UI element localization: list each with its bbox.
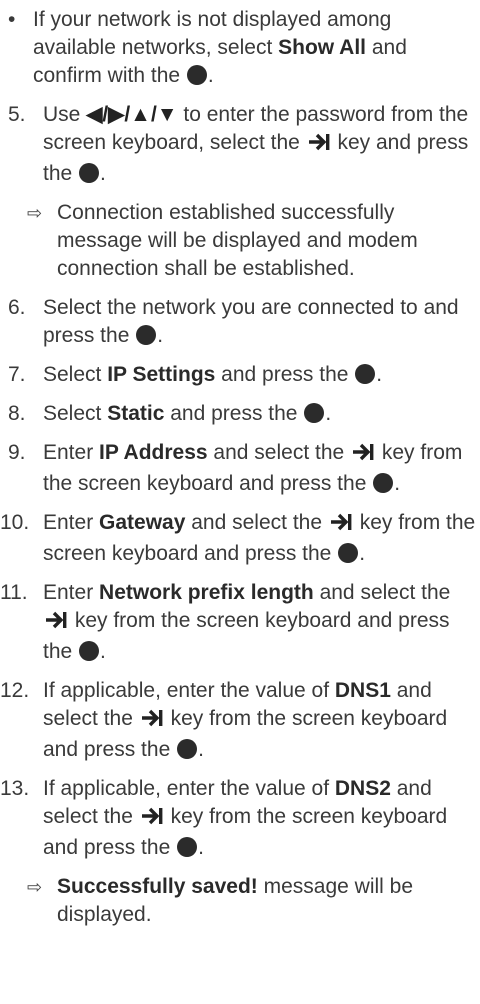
item-text: Enter bbox=[43, 581, 100, 604]
ok-button-icon bbox=[177, 739, 198, 759]
item-text: Select the network you are connected to … bbox=[43, 296, 459, 347]
bullet-marker: • bbox=[8, 8, 16, 31]
tab-key-icon bbox=[44, 610, 68, 638]
list-item-show-all: • If your network is not displayed among… bbox=[0, 6, 480, 90]
ok-button-icon bbox=[177, 837, 198, 857]
step-number: 8. bbox=[8, 402, 26, 425]
ok-button-icon bbox=[79, 641, 100, 661]
step-number: 7. bbox=[8, 363, 26, 386]
item-text: . bbox=[198, 738, 204, 761]
item-text: . bbox=[207, 64, 214, 87]
item-text: If applicable, enter the value of bbox=[43, 679, 335, 702]
tab-key-icon bbox=[329, 512, 353, 540]
step-6: 6. Select the network you are connected … bbox=[0, 294, 480, 350]
bold-term: IP Address bbox=[99, 441, 208, 464]
step-9: 9. Enter IP Address and select the key f… bbox=[0, 439, 480, 498]
step-10: 10. Enter Gateway and select the key fro… bbox=[0, 509, 480, 568]
step-5-result: ⇨ Connection established successfully me… bbox=[0, 199, 480, 283]
bold-term: Show All bbox=[278, 36, 367, 59]
ok-button-icon bbox=[186, 65, 207, 85]
ok-button-icon bbox=[136, 325, 157, 345]
item-text: . bbox=[100, 162, 106, 185]
tab-key-icon bbox=[307, 132, 331, 160]
tab-key-icon bbox=[140, 708, 164, 736]
item-text: and select the bbox=[207, 441, 351, 464]
item-text: . bbox=[157, 324, 164, 347]
item-text: Select bbox=[43, 363, 108, 386]
item-text: . bbox=[376, 363, 383, 386]
bold-term: Gateway bbox=[99, 511, 186, 534]
item-text: Select bbox=[43, 402, 108, 425]
ok-button-icon bbox=[355, 364, 376, 384]
ok-button-icon bbox=[373, 473, 394, 493]
result-arrow-icon: ⇨ bbox=[27, 203, 43, 223]
tab-key-icon bbox=[351, 442, 375, 470]
item-text: and select the bbox=[313, 581, 451, 604]
item-text: Connection established successfully mess… bbox=[57, 201, 418, 280]
step-number: 9. bbox=[8, 441, 26, 464]
bold-term: IP Settings bbox=[107, 363, 216, 386]
bold-term: Successfully saved! bbox=[57, 875, 258, 898]
bold-term: Network prefix length bbox=[99, 581, 314, 604]
step-number: 12. bbox=[0, 679, 30, 702]
bold-term: DNS1 bbox=[334, 679, 391, 702]
step-13: 13. If applicable, enter the value of DN… bbox=[0, 775, 480, 862]
step-5: 5. Use ◀/▶/▲/▼ to enter the password fro… bbox=[0, 101, 480, 188]
step-number: 11. bbox=[0, 581, 28, 604]
item-text: Enter bbox=[43, 511, 100, 534]
step-7: 7. Select IP Settings and press the . bbox=[0, 361, 480, 389]
item-text: . bbox=[394, 472, 401, 495]
item-text: . bbox=[359, 542, 366, 565]
bold-term: Static bbox=[107, 402, 165, 425]
item-text: and press the bbox=[164, 402, 304, 425]
bold-term: DNS2 bbox=[334, 777, 391, 800]
step-12: 12. If applicable, enter the value of DN… bbox=[0, 677, 480, 764]
step-8: 8. Select Static and press the . bbox=[0, 400, 480, 428]
step-13-result: ⇨ Successfully saved! message will be di… bbox=[0, 873, 480, 929]
item-text: If applicable, enter the value of bbox=[43, 777, 335, 800]
arrow-keys-icon: ◀/▶/▲/▼ bbox=[86, 103, 178, 126]
item-text: . bbox=[325, 402, 332, 425]
step-number: 13. bbox=[0, 777, 30, 800]
step-number: 6. bbox=[8, 296, 26, 319]
ok-button-icon bbox=[304, 403, 325, 423]
ok-button-icon bbox=[338, 543, 359, 563]
instruction-page: • If your network is not displayed among… bbox=[0, 0, 480, 929]
item-text: . bbox=[198, 836, 204, 859]
item-text: Enter bbox=[43, 441, 100, 464]
item-text: and select the bbox=[185, 511, 328, 534]
item-text: . bbox=[100, 640, 106, 663]
ok-button-icon bbox=[79, 163, 100, 183]
result-arrow-icon: ⇨ bbox=[27, 877, 43, 897]
item-text: and press the bbox=[215, 363, 355, 386]
step-number: 5. bbox=[8, 103, 26, 126]
tab-key-icon bbox=[140, 806, 164, 834]
step-11: 11. Enter Network prefix length and sele… bbox=[0, 579, 480, 666]
step-number: 10. bbox=[0, 511, 30, 534]
item-text: Use bbox=[43, 103, 87, 126]
